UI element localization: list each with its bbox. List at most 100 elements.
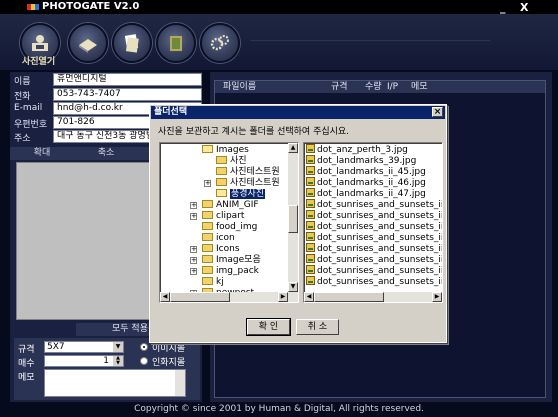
file-name: dot_sunrises_and_sunsets_ii_03: [317, 222, 442, 232]
col-ip[interactable]: I/P: [387, 81, 398, 93]
order-options: 규격 5X7 ▼ 이미지몰 매수 1 ▲ ▼ 인화지몰 메모: [14, 338, 200, 400]
memo-input[interactable]: [44, 369, 186, 397]
scroll-right-icon[interactable]: ▶: [278, 292, 288, 302]
ok-button[interactable]: 확 인: [246, 318, 291, 336]
image-file-icon: [306, 265, 315, 274]
zoom-in-button[interactable]: 확대: [10, 147, 74, 160]
size-select[interactable]: 5X7 ▼: [44, 341, 124, 353]
col-qty[interactable]: 수량: [365, 81, 382, 93]
copyright: Copyright © since 2001 by Human & Digita…: [134, 404, 424, 414]
expand-icon[interactable]: +: [190, 246, 197, 253]
expand-icon[interactable]: +: [190, 257, 197, 264]
col-memo[interactable]: 메모: [411, 81, 428, 93]
folder-label: Images: [216, 145, 249, 155]
folder-icon: [202, 222, 213, 230]
zip-label: 우편번호: [14, 120, 48, 130]
dialog-close-icon[interactable]: ×: [432, 107, 443, 117]
app-title: PHOTOGATE V2.0: [42, 1, 140, 12]
name-field[interactable]: 휴먼앤디지털: [53, 73, 202, 86]
folder-label: icon: [216, 233, 235, 243]
toolbar-divider: [250, 40, 490, 41]
tray-icon: [70, 25, 106, 61]
folder-label: Image모음: [216, 255, 261, 265]
folder-icon: [202, 277, 213, 285]
address-label: 주소: [14, 134, 31, 144]
folder-label: food_img: [216, 222, 258, 232]
phone-field[interactable]: 053-743-7407: [53, 88, 202, 101]
expand-icon[interactable]: +: [190, 213, 197, 220]
file-name: dot_sunrises_and_sunsets_ii_06: [317, 255, 442, 265]
file-name: dot_landmarks_ii_46.jpg: [317, 178, 426, 188]
radio-print-mall[interactable]: [140, 357, 148, 365]
folder-label: img_pack: [216, 266, 259, 276]
tree-hscroll[interactable]: ◀ ▶: [160, 292, 288, 302]
file-list-item[interactable]: dot_sunrises_and_sunsets_ii_08: [306, 276, 442, 288]
memo-scrollbar[interactable]: [175, 370, 185, 396]
folder-label: 사진: [230, 156, 247, 166]
file-name: dot_anz_perth_3.jpg: [317, 145, 408, 155]
folder-label: ANIM_GIF: [216, 200, 259, 210]
folder-icon: [202, 211, 213, 219]
gears-icon: [202, 25, 238, 61]
scroll-up-icon[interactable]: ▲: [288, 143, 298, 153]
stack-button[interactable]: [112, 23, 152, 63]
name-label: 이름: [14, 77, 31, 87]
size-value: 5X7: [47, 342, 65, 352]
folder-icon: [202, 266, 213, 274]
folder-label: Icons: [216, 244, 240, 254]
files-hscroll[interactable]: ◀ ▶: [304, 292, 442, 302]
tree-vscroll[interactable]: ▲ ▼: [288, 143, 298, 302]
folder-tree[interactable]: Images 사진 사진테스트원 + 사진테스트원 풍경사진 + ANIM_GIF + clipa…: [159, 142, 299, 303]
file-name: dot_sunrises_and_sunsets_ii_01: [317, 200, 442, 210]
expand-icon[interactable]: +: [204, 180, 211, 187]
tree-scroll-thumb[interactable]: [288, 205, 298, 233]
folder-icon: [216, 178, 227, 186]
image-file-icon: [306, 243, 315, 252]
file-name: dot_landmarks_ii_45.jpg: [317, 167, 426, 177]
count-label: 매수: [18, 359, 35, 369]
scroll-left-icon[interactable]: ◀: [160, 292, 170, 302]
toolbar: 사진열기: [0, 14, 558, 70]
minimize-button[interactable]: _: [500, 1, 506, 14]
folder-icon: [202, 233, 213, 241]
file-preview-list[interactable]: dot_anz_perth_3.jpg dot_landmarks_39.jpg d…: [303, 142, 443, 303]
stepper-arrows-icon[interactable]: ▲ ▼: [113, 356, 123, 366]
files-hscroll-thumb[interactable]: [314, 292, 384, 302]
scroll-right-icon[interactable]: ▶: [432, 292, 442, 302]
settings-button[interactable]: [200, 23, 240, 63]
count-stepper[interactable]: 1 ▲ ▼: [44, 355, 124, 367]
folder-icon: [216, 156, 227, 164]
folder-icon: [202, 244, 213, 252]
folder-icon: [202, 255, 213, 263]
image-file-icon: [306, 155, 315, 164]
scroll-down-icon[interactable]: ▼: [288, 282, 298, 292]
col-filename[interactable]: 파일이름: [223, 81, 256, 93]
folder-label: kj: [216, 277, 224, 287]
toolbar-caption: 사진열기: [22, 57, 56, 67]
close-button[interactable]: X: [520, 1, 528, 14]
folder-icon: [216, 167, 227, 175]
expand-icon[interactable]: +: [190, 202, 197, 209]
scroll-left-icon[interactable]: ◀: [304, 292, 314, 302]
expand-icon[interactable]: +: [190, 268, 197, 275]
book-button[interactable]: [156, 23, 196, 63]
title-bar: PHOTOGATE V2.0 _ X: [0, 0, 558, 14]
dialog-title: 폴더선택: [154, 107, 188, 117]
dialog-message: 사진을 보관하고 계시는 폴더를 선택하여 주십시요.: [158, 127, 350, 137]
chevron-down-icon[interactable]: ▼: [113, 342, 123, 352]
image-file-icon: [306, 254, 315, 263]
memo-label: 메모: [18, 373, 35, 383]
image-file-icon: [306, 177, 315, 186]
radio-image-mall[interactable]: [140, 343, 148, 351]
image-file-icon: [306, 144, 315, 153]
tree-hscroll-thumb[interactable]: [170, 292, 230, 302]
file-name: dot_sunrises_and_sunsets_ii_08: [317, 277, 442, 287]
tray-button[interactable]: [68, 23, 108, 63]
radio-print-mall-label: 인화지몰: [152, 358, 186, 368]
cancel-button[interactable]: 취 소: [296, 319, 339, 335]
col-size[interactable]: 규격: [331, 81, 348, 93]
folder-open-icon: [202, 145, 213, 153]
folder-label: 사진테스트원: [230, 178, 280, 188]
image-file-icon: [306, 166, 315, 175]
zoom-out-button[interactable]: 축소: [74, 147, 138, 160]
